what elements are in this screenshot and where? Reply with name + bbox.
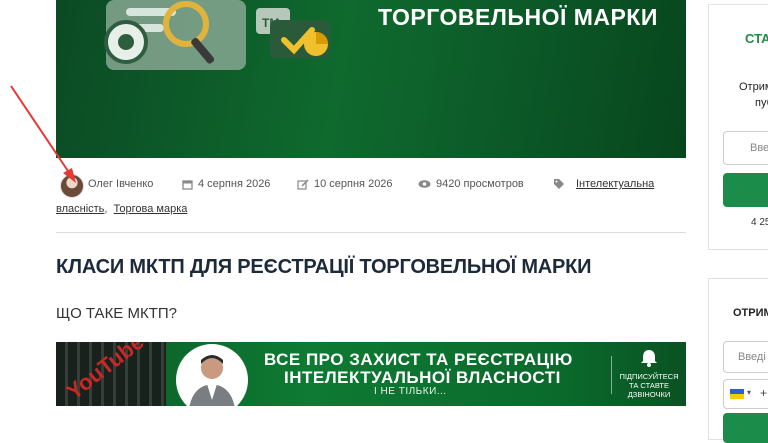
subscribe-card: СТА Отрим пуб Вве 4 25 bbox=[708, 4, 768, 250]
tag-separator: , bbox=[104, 203, 108, 215]
subscribe-text-line2: пуб bbox=[755, 97, 768, 109]
published-date: 4 серпня 2026 bbox=[182, 178, 270, 190]
post-meta: Олег Івченко 4 серпня 2026 10 серпня 202… bbox=[56, 174, 688, 215]
ukraine-flag-icon[interactable] bbox=[730, 389, 744, 399]
banner-line-1: ВСЕ ПРО ЗАХИСТ ТА РЕЄСТРАЦІЮ bbox=[264, 350, 573, 369]
author-avatar[interactable] bbox=[60, 174, 84, 198]
article-title: КЛАСИ МКТП ДЛЯ РЕЄСТРАЦІЇ ТОРГОВЕЛЬНОЇ М… bbox=[56, 256, 592, 278]
hero-image: TM ТОРГОВЕЛЬНОЇ МАРКИ bbox=[56, 0, 686, 158]
banner-line-3: І НЕ ТІЛЬКИ... bbox=[374, 386, 447, 397]
banner-divider bbox=[611, 356, 612, 394]
tag-icon bbox=[554, 179, 564, 189]
presenter-illustration bbox=[189, 355, 235, 406]
tag-link-intellectual[interactable]: Інтелектуальна bbox=[576, 178, 654, 190]
subscribe-email-input[interactable]: Вве bbox=[723, 131, 768, 165]
phone-input[interactable]: ▾ + bbox=[723, 379, 768, 409]
meta-divider bbox=[56, 232, 686, 233]
subscriber-count: 4 25 bbox=[751, 217, 768, 228]
edit-icon bbox=[297, 178, 309, 190]
article-subtitle: ЩО ТАКЕ МКТП? bbox=[56, 305, 177, 322]
form-submit-button[interactable] bbox=[723, 413, 768, 443]
subscribe-text-line1: Отрим bbox=[739, 81, 768, 93]
youtube-banner[interactable]: YouTube ВСЕ ПРО ЗАХИСТ ТА РЕЄСТРАЦІЮ ІНТ… bbox=[56, 342, 686, 406]
chevron-down-icon[interactable]: ▾ bbox=[747, 388, 751, 397]
banner-line-2: ІНТЕЛЕКТУАЛЬНОЇ ВЛАСНОСТІ bbox=[284, 368, 561, 387]
eye-icon bbox=[418, 180, 431, 188]
bell-icon bbox=[641, 350, 657, 367]
tags: Інтелектуальна bbox=[553, 178, 654, 190]
views-count: 9420 просмотров bbox=[418, 178, 524, 190]
phone-prefix: + bbox=[760, 386, 768, 400]
hero-title: ТОРГОВЕЛЬНОЇ МАРКИ bbox=[378, 4, 658, 30]
updated-date: 10 серпня 2026 bbox=[297, 178, 393, 190]
tag-link-trademark[interactable]: Торгова марка bbox=[114, 203, 188, 215]
subscribe-title: СТА bbox=[745, 31, 768, 46]
name-input[interactable]: Введі bbox=[723, 341, 768, 373]
form-title: ОТРИМ bbox=[733, 307, 768, 319]
author-name[interactable]: Олег Івченко bbox=[88, 178, 153, 190]
tag-link-property[interactable]: власність bbox=[56, 203, 104, 215]
subscribe-button[interactable] bbox=[723, 173, 768, 207]
request-form-card: ОТРИМ Введі ▾ + bbox=[708, 278, 768, 443]
calendar-icon bbox=[182, 179, 193, 190]
presenter-photo bbox=[176, 344, 248, 406]
subscribe-text: ПІДПИСУЙТЕСЯ ТА СТАВТЕ ДЗВІНОЧКИ bbox=[619, 372, 679, 399]
